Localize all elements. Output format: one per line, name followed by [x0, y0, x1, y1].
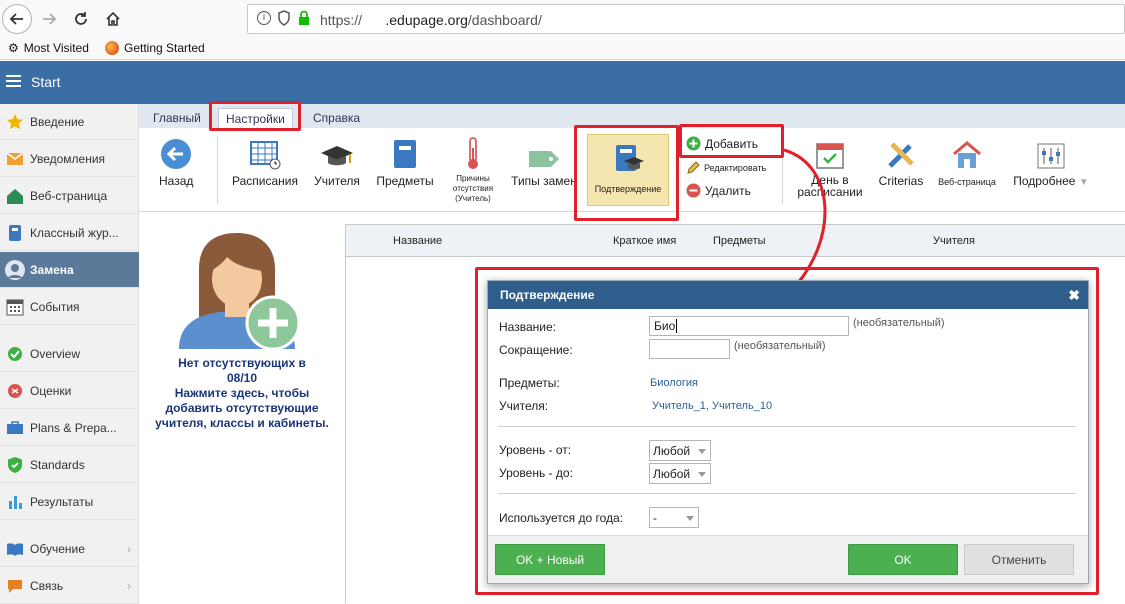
sidebar-item-plans[interactable]: Plans & Prepa...	[0, 410, 139, 446]
hamburger-menu-icon[interactable]	[6, 75, 21, 88]
substitution-types-button[interactable]: Типы замен	[509, 134, 579, 188]
house-color-icon	[953, 141, 981, 168]
graduation-cap-icon	[321, 146, 353, 166]
criterias-button[interactable]: Criterias	[875, 134, 927, 188]
column-header-teachers[interactable]: Учителя	[933, 235, 975, 247]
grade-icon	[0, 383, 30, 399]
reload-button[interactable]	[66, 4, 96, 34]
annotation-highlight-dialog	[475, 267, 1099, 595]
sidebar-item-results[interactable]: Результаты	[0, 484, 139, 520]
sidebar-item-notifications[interactable]: Уведомления	[0, 141, 139, 177]
home-button[interactable]	[98, 4, 128, 34]
sidebar-item-class-journal[interactable]: Классный жур...	[0, 215, 139, 251]
house-icon	[0, 188, 30, 204]
info-icon[interactable]: i	[257, 11, 271, 25]
url-text: https:// .edupage.org/dashboard/	[320, 12, 542, 28]
sliders-icon	[1037, 143, 1065, 169]
subject-book-icon	[394, 140, 416, 168]
tab-main[interactable]: Главный	[146, 108, 208, 128]
absence-reasons-button[interactable]: Причины отсутствия (Учитель)	[445, 134, 501, 204]
shield-icon	[0, 456, 30, 474]
bar-chart-icon	[0, 494, 30, 510]
column-header-name[interactable]: Название	[393, 235, 442, 247]
teachers-button[interactable]: Учителя	[312, 134, 362, 188]
calendar-icon	[0, 298, 30, 316]
gear-icon: ⚙	[8, 41, 19, 55]
schedules-button[interactable]: Расписания	[229, 134, 301, 188]
user-icon	[0, 259, 30, 281]
ribbon-separator	[217, 136, 218, 204]
back-ribbon-button[interactable]: Назад	[159, 134, 193, 188]
arrow-left-icon	[9, 13, 23, 25]
sidebar-item-substitution[interactable]: Замена	[0, 252, 139, 288]
annotation-highlight-settings-tab	[209, 101, 301, 131]
bookmarks-bar: ⚙ Most Visited Getting Started	[0, 38, 1125, 60]
tag-icon	[529, 151, 559, 167]
reload-icon	[75, 12, 87, 25]
table-header: Название Краткое имя Предметы Учителя	[346, 225, 1125, 257]
thermometer-icon	[468, 137, 478, 169]
ruler-pencil-icon	[888, 142, 914, 168]
star-icon	[0, 113, 30, 131]
sidebar-item-intro[interactable]: Введение	[0, 104, 139, 140]
sidebar-item-standards[interactable]: Standards	[0, 447, 139, 483]
envelope-icon	[0, 151, 30, 166]
dropdown-triangle-icon: ▼	[1078, 177, 1089, 188]
sidebar-item-overview[interactable]: Overview	[0, 336, 139, 372]
no-absent-message[interactable]: Нет отсутствующих в 08/10 Нажмите здесь,…	[139, 356, 345, 431]
edit-button[interactable]: Редактировать	[686, 161, 766, 175]
briefcase-icon	[0, 420, 30, 435]
webpage-ribbon-button[interactable]: Веб-страница	[936, 134, 998, 188]
book-icon	[0, 224, 30, 242]
tab-help[interactable]: Справка	[306, 108, 367, 128]
chevron-right-icon: ›	[127, 578, 131, 593]
minus-circle-icon	[686, 183, 701, 198]
sidebar: Введение Уведомления Веб-страница Классн…	[0, 104, 139, 604]
add-absent-panel[interactable]: Нет отсутствующих в 08/10 Нажмите здесь,…	[139, 213, 345, 603]
url-bar[interactable]: i https:// .edupage.org/dashboard/	[247, 4, 1125, 34]
back-circle-icon	[161, 139, 192, 169]
forward-button[interactable]	[34, 4, 64, 34]
add-user-illustration-icon	[177, 229, 307, 352]
chevron-right-icon: ›	[127, 541, 131, 556]
day-in-schedule-button[interactable]: День в расписании	[793, 134, 867, 198]
annotation-highlight-add	[679, 124, 784, 158]
firefox-icon	[105, 41, 119, 55]
app-title[interactable]: Start	[31, 74, 61, 90]
open-book-icon	[0, 542, 30, 556]
check-icon	[0, 346, 30, 362]
back-button[interactable]	[2, 4, 32, 34]
pencil-icon	[687, 161, 700, 174]
bookmark-most-visited[interactable]: ⚙ Most Visited	[8, 41, 89, 55]
tracking-shield-icon[interactable]	[278, 10, 290, 29]
delete-button[interactable]: Удалить	[686, 183, 751, 198]
sidebar-item-learning[interactable]: Обучение ›	[0, 531, 139, 567]
sidebar-item-events[interactable]: События	[0, 289, 139, 325]
subjects-button[interactable]: Предметы	[373, 134, 437, 188]
annotation-highlight-confirmation	[574, 125, 679, 221]
column-header-short-name[interactable]: Краткое имя	[613, 235, 676, 247]
sidebar-item-communication[interactable]: Связь ›	[0, 568, 139, 604]
chat-icon	[0, 578, 30, 594]
bookmark-getting-started[interactable]: Getting Started	[105, 41, 205, 55]
schedule-grid-icon	[250, 141, 281, 170]
sidebar-item-webpage[interactable]: Веб-страница	[0, 178, 139, 214]
arrow-right-icon	[43, 13, 57, 25]
home-icon	[106, 11, 120, 26]
lock-icon	[298, 10, 310, 29]
sidebar-item-grades[interactable]: Оценки	[0, 373, 139, 409]
app-header: Start	[0, 61, 1125, 104]
more-button[interactable]: Подробнее ▼	[1009, 134, 1093, 188]
calendar-check-icon	[816, 143, 844, 169]
column-header-subjects[interactable]: Предметы	[713, 235, 766, 247]
browser-toolbar: i https:// .edupage.org/dashboard/	[0, 0, 1125, 38]
